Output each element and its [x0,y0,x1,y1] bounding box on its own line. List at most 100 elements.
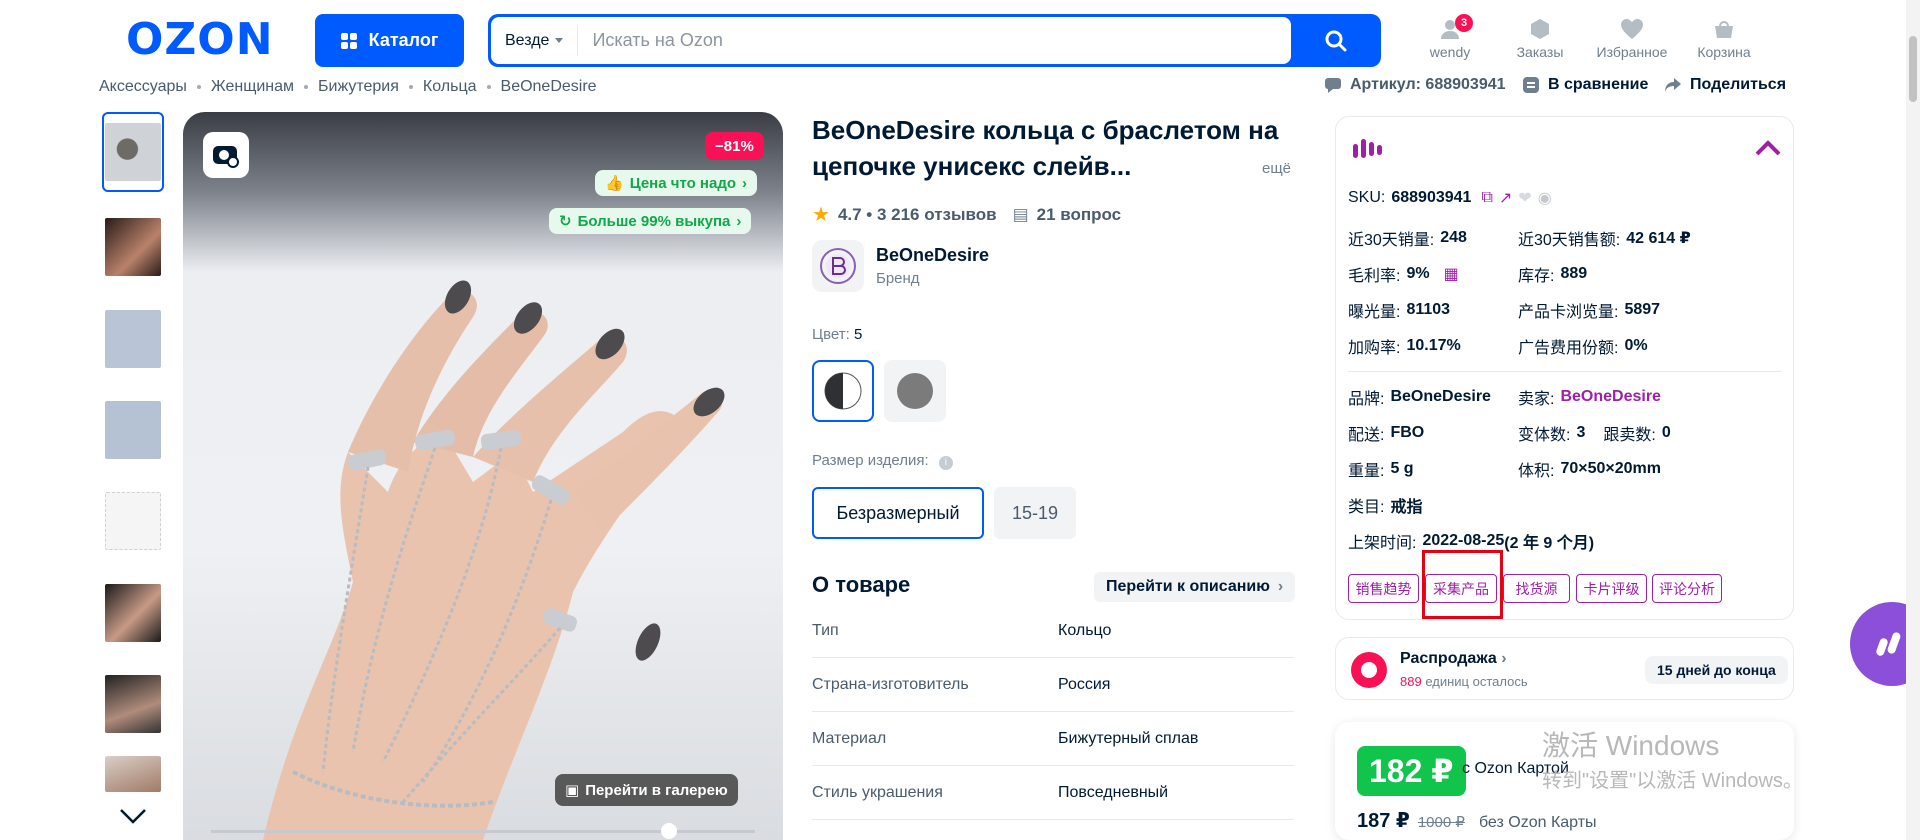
box-icon [1531,19,1549,39]
compare-button[interactable]: В сравнение [1522,76,1648,94]
ozon-card-price: 182 ₽ [1357,746,1466,796]
size-option-selected[interactable]: Безразмерный [812,487,984,539]
go-to-description-button[interactable]: Перейти к описанию › [1094,572,1296,602]
brand-name: BeOneDesire [876,245,990,265]
orders-button[interactable]: Заказы [1500,14,1580,60]
thumbnail[interactable] [102,756,164,798]
sale-card[interactable]: Распродажа › 889 единиц осталось 15 дней… [1335,637,1794,700]
breadcrumb-item[interactable]: Бижутерия [318,78,399,96]
search-input[interactable] [578,30,1219,51]
thumbnail[interactable] [102,299,164,379]
brand-logo [812,240,864,292]
external-link-icon[interactable]: ↗ [1499,188,1512,208]
rating-row[interactable]: ★ 4.7 • 3 216 отзывов ▤ 21 вопрос [812,202,1121,227]
heart-icon[interactable]: ❤ [1518,188,1531,208]
color-swatch-selected[interactable] [812,360,874,422]
question-icon: ▤ [1012,204,1029,224]
brand-block[interactable]: BeOneDesire Бренд [812,240,989,292]
category-row: 类目: 戒指 [1348,499,1423,516]
favorites-label: Избранное [1596,44,1668,60]
sku-value: 688903941 [1391,189,1472,206]
gallery-progress-handle[interactable] [661,823,677,839]
profile-button[interactable]: 3 wendy [1410,14,1490,60]
color-swatch[interactable] [884,360,946,422]
title-more-link[interactable]: ещё [1262,160,1291,177]
camera-search-icon [213,146,239,168]
compare-label: В сравнение [1548,76,1649,93]
variants-row: 变体数: 3 跟卖数: 0 [1518,424,1671,444]
seller-row: 卖家: BeOneDesire [1518,388,1661,408]
favorites-button[interactable]: Избранное [1592,14,1672,60]
thumbnails-down-button[interactable] [118,806,148,831]
sale-days-badge: 15 дней до конца [1645,656,1788,684]
breadcrumb-item[interactable]: Аксессуары [99,78,187,96]
views-row: 曝光量: 81103 [1348,301,1451,321]
highlight-box [1422,550,1503,619]
scrollbar-thumb[interactable] [1909,36,1917,102]
size-label: Размер изделия: i [812,452,953,470]
thumbnail[interactable] [102,481,164,561]
panel-divider [1348,371,1782,372]
sale-left: 889 единиц осталось [1400,674,1528,689]
thumbnail[interactable] [102,573,164,653]
share-icon [1665,78,1681,92]
copy-icon[interactable]: ⧉ [1481,189,1492,207]
open-gallery-label: Перейти в галерею [585,781,728,799]
ozon-logo[interactable]: OZON [126,16,274,64]
search-button[interactable] [1291,14,1381,67]
seller-link[interactable]: BeOneDesire [1560,388,1661,406]
breadcrumb-item[interactable]: Женщинам [211,78,294,96]
image-search-button[interactable] [203,132,249,178]
grid-icon [340,32,357,49]
sales-trend-button[interactable]: 销售趋势 [1348,574,1419,603]
questions-link[interactable]: 21 вопрос [1037,205,1122,225]
cart-button[interactable]: Корзина [1684,14,1764,60]
card-rating-button[interactable]: 卡片评级 [1576,574,1647,603]
gray-circle-icon [897,373,933,409]
thumbnail[interactable] [102,207,164,287]
weight-row: 重量: 5 g [1348,460,1414,480]
compare-icon [1523,77,1539,93]
chevron-up-icon [1755,140,1781,156]
search-scope-select[interactable]: Везде [491,25,579,56]
cart-label: Корзина [1697,44,1751,60]
card-views-row: 产品卡浏览量: 5897 [1518,301,1661,321]
refresh-icon: ↻ [559,213,572,230]
go-to-description-label: Перейти к описанию [1106,578,1270,595]
thumbnail[interactable] [102,390,164,470]
sale-icon [1351,652,1387,688]
camera-icon[interactable]: ◉ [1538,188,1552,208]
spec-row: Страна-изготовитель Россия [812,658,1294,712]
breadcrumb-item[interactable]: Кольца [423,78,477,96]
thumbnail[interactable] [102,664,164,744]
chevron-right-icon: › [736,212,742,230]
volume-row: 体积: 70×50×20mm [1518,460,1661,480]
chat-icon [1325,78,1341,93]
heart-icon [1621,19,1643,39]
collapse-panel-button[interactable] [1754,138,1782,163]
discount-badge: −81% [705,132,764,160]
spec-row: Материал Бижутерный сплав [812,712,1294,766]
about-title: О товаре [812,572,911,597]
product-image[interactable]: −81% 👍 Цена что надо › ↻ Больше 99% выку… [183,112,783,840]
buyout-badge[interactable]: ↻ Больше 99% выкупа › [549,208,752,234]
page-scrollbar[interactable] [1906,0,1920,840]
size-option[interactable]: 15-19 [994,487,1076,539]
no-card-label: без Ozon Карты [1478,814,1597,831]
article-number[interactable]: Артикул: 688903941 [1324,76,1506,94]
review-analysis-button[interactable]: 评论分析 [1652,574,1722,603]
brand-logo-mark [820,248,856,284]
find-source-button[interactable]: 找货源 [1503,574,1570,603]
thumbnail[interactable] [102,112,164,192]
price-ok-badge[interactable]: 👍 Цена что надо › [595,170,758,196]
chevron-down-icon [555,38,564,43]
catalog-button[interactable]: Каталог [315,14,464,67]
breadcrumb-item[interactable]: BeOneDesire [501,78,597,96]
regular-price-row: 187 ₽ 1000 ₽ без Ozon Карты [1357,808,1597,833]
image-icon: ▣ [565,782,580,799]
open-gallery-button[interactable]: ▣ Перейти в галерею [555,774,738,806]
profile-label: wendy [1429,44,1471,60]
thumbs-up-icon: 👍 [605,175,624,192]
share-button[interactable]: Поделиться [1664,76,1786,94]
calculator-icon[interactable]: ▦ [1444,264,1459,284]
